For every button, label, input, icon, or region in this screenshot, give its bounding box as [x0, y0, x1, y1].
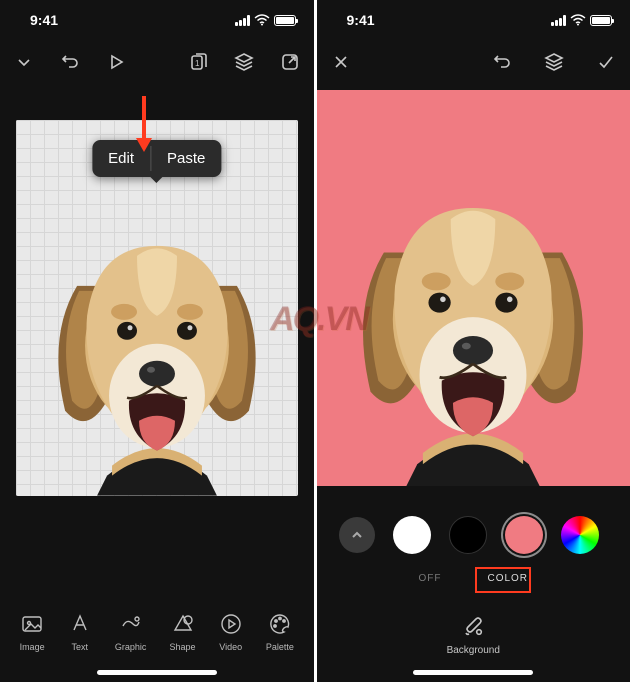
right-screenshot: 9:41 — [317, 0, 630, 682]
share-icon[interactable] — [280, 52, 300, 72]
wifi-icon — [254, 14, 270, 26]
tools-row: Image Text Graphic Shape Video Palette — [0, 612, 314, 652]
signal-icon — [551, 15, 566, 26]
tool-label: Graphic — [115, 642, 147, 652]
home-indicator[interactable] — [97, 670, 217, 675]
edit-button[interactable]: Edit — [92, 140, 150, 177]
color-picker-button[interactable] — [561, 516, 599, 554]
svg-text:1: 1 — [195, 59, 200, 68]
tool-label: Shape — [170, 642, 196, 652]
background-tool-label: Background — [447, 645, 500, 656]
chevron-down-icon[interactable] — [14, 52, 34, 72]
tab-color[interactable]: COLOR — [477, 567, 538, 590]
dog-subject-image[interactable] — [16, 176, 298, 496]
dog-subject-image[interactable] — [317, 130, 630, 486]
pages-icon[interactable]: 1 — [188, 52, 208, 72]
battery-icon — [590, 15, 612, 26]
background-tool[interactable]: Background — [317, 613, 630, 656]
close-icon[interactable] — [331, 52, 351, 72]
tool-palette[interactable]: Palette — [266, 612, 294, 652]
tool-label: Video — [219, 642, 242, 652]
layers-icon[interactable] — [544, 52, 564, 72]
tool-image[interactable]: Image — [20, 612, 45, 652]
tool-shape[interactable]: Shape — [170, 612, 196, 652]
color-swatch-black[interactable] — [449, 516, 487, 554]
layers-icon[interactable] — [234, 52, 254, 72]
undo-icon[interactable] — [492, 52, 512, 72]
color-swatch-row — [317, 516, 630, 554]
left-screenshot: 9:41 1 — [0, 0, 314, 682]
undo-icon[interactable] — [60, 52, 80, 72]
canvas[interactable] — [317, 90, 630, 486]
expand-colors-button[interactable] — [339, 517, 375, 553]
status-time: 9:41 — [347, 12, 375, 28]
confirm-icon[interactable] — [596, 52, 616, 72]
canvas-color-background — [317, 90, 630, 486]
status-bar: 9:41 — [0, 0, 314, 40]
tool-text[interactable]: Text — [68, 612, 92, 652]
home-indicator[interactable] — [413, 670, 533, 675]
tool-label: Palette — [266, 642, 294, 652]
canvas[interactable]: Edit Paste — [16, 120, 298, 496]
tool-label: Image — [20, 642, 45, 652]
battery-icon — [274, 15, 296, 26]
background-mode-tabs: OFF COLOR — [317, 567, 630, 590]
color-swatch-white[interactable] — [393, 516, 431, 554]
signal-icon — [235, 15, 250, 26]
editor-toolbar — [317, 40, 630, 84]
wifi-icon — [570, 14, 586, 26]
play-icon[interactable] — [106, 52, 126, 72]
status-bar: 9:41 — [317, 0, 630, 40]
status-right — [235, 14, 296, 26]
tool-graphic[interactable]: Graphic — [115, 612, 147, 652]
paste-button[interactable]: Paste — [151, 140, 221, 177]
status-right — [551, 14, 612, 26]
tool-label: Text — [71, 642, 88, 652]
tab-off[interactable]: OFF — [408, 567, 451, 590]
status-time: 9:41 — [30, 12, 58, 28]
tool-video[interactable]: Video — [219, 612, 243, 652]
context-popup: Edit Paste — [92, 140, 221, 177]
editor-toolbar: 1 — [0, 40, 314, 84]
color-swatch-pink[interactable] — [505, 516, 543, 554]
